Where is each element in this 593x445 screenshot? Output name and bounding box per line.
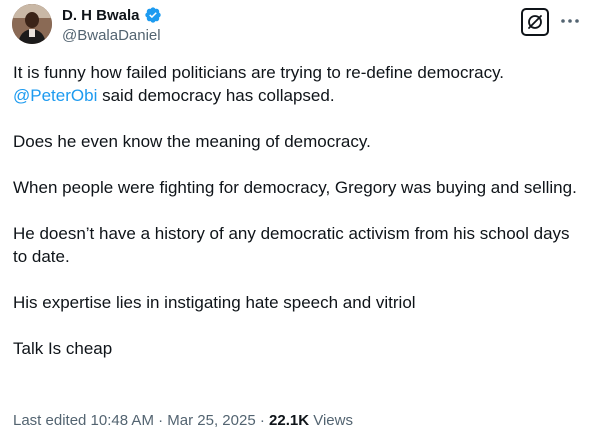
more-options-button[interactable] (558, 10, 582, 32)
tweet-line: said democracy has collapsed. (97, 86, 335, 105)
author-handle[interactable]: @BwalaDaniel (62, 27, 161, 44)
tweet-date-link[interactable]: Mar 25, 2025 (167, 412, 255, 429)
tweet-line: It is funny how failed politicians are t… (13, 63, 505, 82)
mention-link[interactable]: @PeterObi (13, 86, 97, 105)
author-display-name[interactable]: D. H Bwala (62, 7, 140, 24)
tweet-paragraph: Talk Is cheap (13, 339, 113, 358)
meta-separator: · (153, 412, 168, 429)
tweet-paragraph: Does he even know the meaning of democra… (13, 132, 371, 151)
tweet-paragraph: When people were fighting for democracy,… (13, 178, 577, 197)
meta-separator: · (255, 412, 270, 429)
author-name-row[interactable]: D. H Bwala (62, 6, 162, 24)
views-count[interactable]: 22.1K (269, 412, 309, 429)
views-label: Views (309, 412, 353, 429)
tweet-paragraph: His expertise lies in instigating hate s… (13, 293, 416, 312)
avatar-image (12, 4, 52, 44)
verified-badge-icon[interactable] (144, 6, 162, 24)
grok-button[interactable] (521, 8, 549, 36)
tweet-card: D. H Bwala @BwalaDaniel It is funny how … (0, 0, 593, 445)
tweet-paragraph: He doesn’t have a history of any democra… (13, 224, 570, 266)
grok-slash-icon (528, 15, 542, 29)
more-dots-icon (561, 19, 579, 23)
tweet-paragraph: It is funny how failed politicians are t… (13, 61, 578, 107)
edited-timestamp-link[interactable]: Last edited 10:48 AM (13, 412, 154, 429)
tweet-meta: Last edited 10:48 AM · Mar 25, 2025 · 22… (13, 412, 353, 429)
avatar[interactable] (12, 4, 52, 44)
tweet-text: It is funny how failed politicians are t… (13, 61, 578, 360)
